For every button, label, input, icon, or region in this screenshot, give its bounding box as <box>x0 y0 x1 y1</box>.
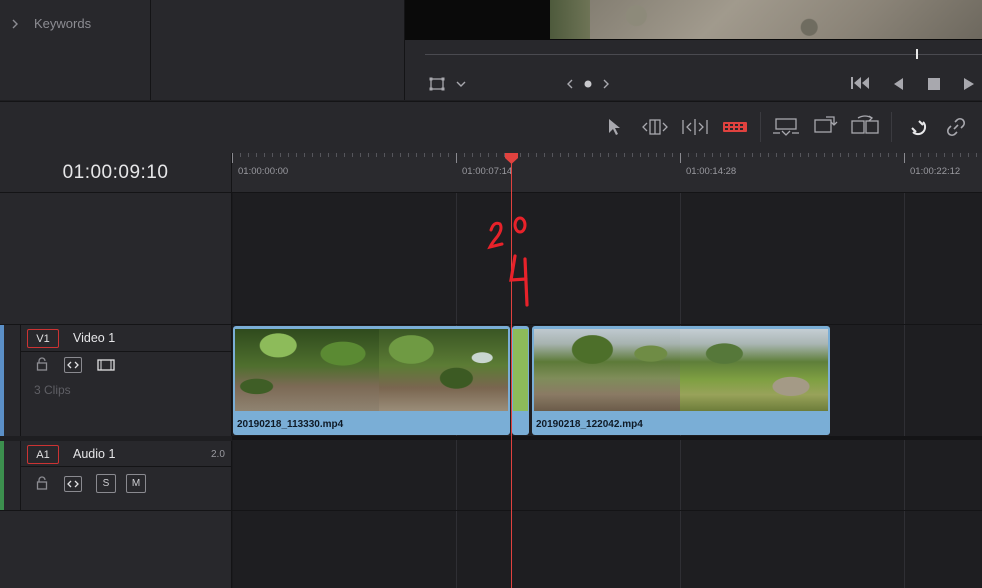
track-divider <box>232 510 982 511</box>
viewer-scrubber-track[interactable] <box>425 54 982 55</box>
header-divider <box>20 466 231 467</box>
ruler-label: 01:00:07:14 <box>462 166 513 177</box>
transform-icon[interactable] <box>428 76 446 92</box>
ruler-label: 01:00:14:28 <box>686 166 737 177</box>
play-reverse-icon[interactable] <box>890 76 906 92</box>
ruler-label: 01:00:22:12 <box>910 166 961 177</box>
replace-clip-icon[interactable] <box>848 114 882 138</box>
grid-line <box>904 193 905 588</box>
trim-edit-icon[interactable] <box>640 116 670 138</box>
chevron-down-icon[interactable] <box>454 77 468 91</box>
handwritten-annotation <box>478 205 548 315</box>
toolbar-separator <box>891 112 892 142</box>
insert-clip-icon[interactable] <box>770 116 802 138</box>
viewer-scrubber-handle[interactable] <box>916 49 918 59</box>
header-divider <box>20 441 21 510</box>
clip-count: 3 Clips <box>34 383 71 397</box>
ruler-ticks <box>232 153 977 163</box>
chevron-right-icon[interactable] <box>8 16 22 32</box>
track-visibility-icon[interactable] <box>96 357 116 373</box>
audio-channel-format: 2.0 <box>211 449 225 460</box>
blade-tool-icon[interactable] <box>720 116 750 138</box>
audio-track-badge[interactable]: A1 <box>27 445 59 464</box>
pointer-tool-icon[interactable] <box>604 116 624 138</box>
video-clip[interactable]: 20190218_122042.mp4 <box>532 326 830 435</box>
keywords-label[interactable]: Keywords <box>34 16 91 31</box>
empty-track-header <box>0 193 232 325</box>
audio-track-name[interactable]: Audio 1 <box>73 447 115 461</box>
metadata-panel <box>151 0 405 100</box>
ruler-label: 01:00:00:00 <box>238 166 289 177</box>
empty-track-header <box>0 511 232 588</box>
mute-button[interactable]: M <box>126 474 146 493</box>
video-track-color-strip <box>0 325 4 436</box>
clip-name: 20190218_122042.mp4 <box>536 419 643 430</box>
viewer-frame-image <box>550 0 982 39</box>
dynamic-trim-icon[interactable] <box>680 116 710 138</box>
toolbar-separator <box>760 112 761 142</box>
solo-button[interactable]: S <box>96 474 116 493</box>
clip-name: 20190218_113330.mp4 <box>237 419 344 430</box>
timeline-ruler[interactable] <box>232 153 982 193</box>
video-track-badge[interactable]: V1 <box>27 329 59 348</box>
auto-select-icon[interactable] <box>64 476 82 492</box>
audio-track-color-strip <box>0 441 4 510</box>
video-track-name[interactable]: Video 1 <box>73 331 115 345</box>
clip-thumbnail <box>379 329 508 411</box>
lock-icon[interactable] <box>34 475 50 491</box>
keywords-panel <box>0 0 151 100</box>
clip-thumbnail <box>235 329 379 411</box>
stop-icon[interactable] <box>926 77 942 91</box>
video-audio-divider[interactable] <box>232 436 982 440</box>
video-clip[interactable]: 20190218_113330.mp4 <box>233 326 510 435</box>
skip-to-start-icon[interactable] <box>850 75 872 91</box>
linked-selection-icon[interactable] <box>944 116 968 138</box>
clip-thumbnail <box>513 329 528 411</box>
track-divider <box>232 324 982 325</box>
auto-select-icon[interactable] <box>64 357 82 373</box>
video-clip[interactable] <box>512 326 529 435</box>
clip-thumbnail <box>534 329 680 411</box>
header-divider <box>20 325 21 436</box>
snapping-icon[interactable] <box>906 116 930 138</box>
clip-thumbnail <box>680 329 828 411</box>
playhead-handle[interactable] <box>504 152 519 164</box>
nav-dots-icon[interactable] <box>564 77 612 91</box>
lock-icon[interactable] <box>34 356 50 372</box>
timecode-display[interactable]: 01:00:09:10 <box>0 153 232 193</box>
header-divider <box>20 351 231 352</box>
play-icon[interactable] <box>962 76 976 92</box>
overwrite-clip-icon[interactable] <box>810 114 840 138</box>
